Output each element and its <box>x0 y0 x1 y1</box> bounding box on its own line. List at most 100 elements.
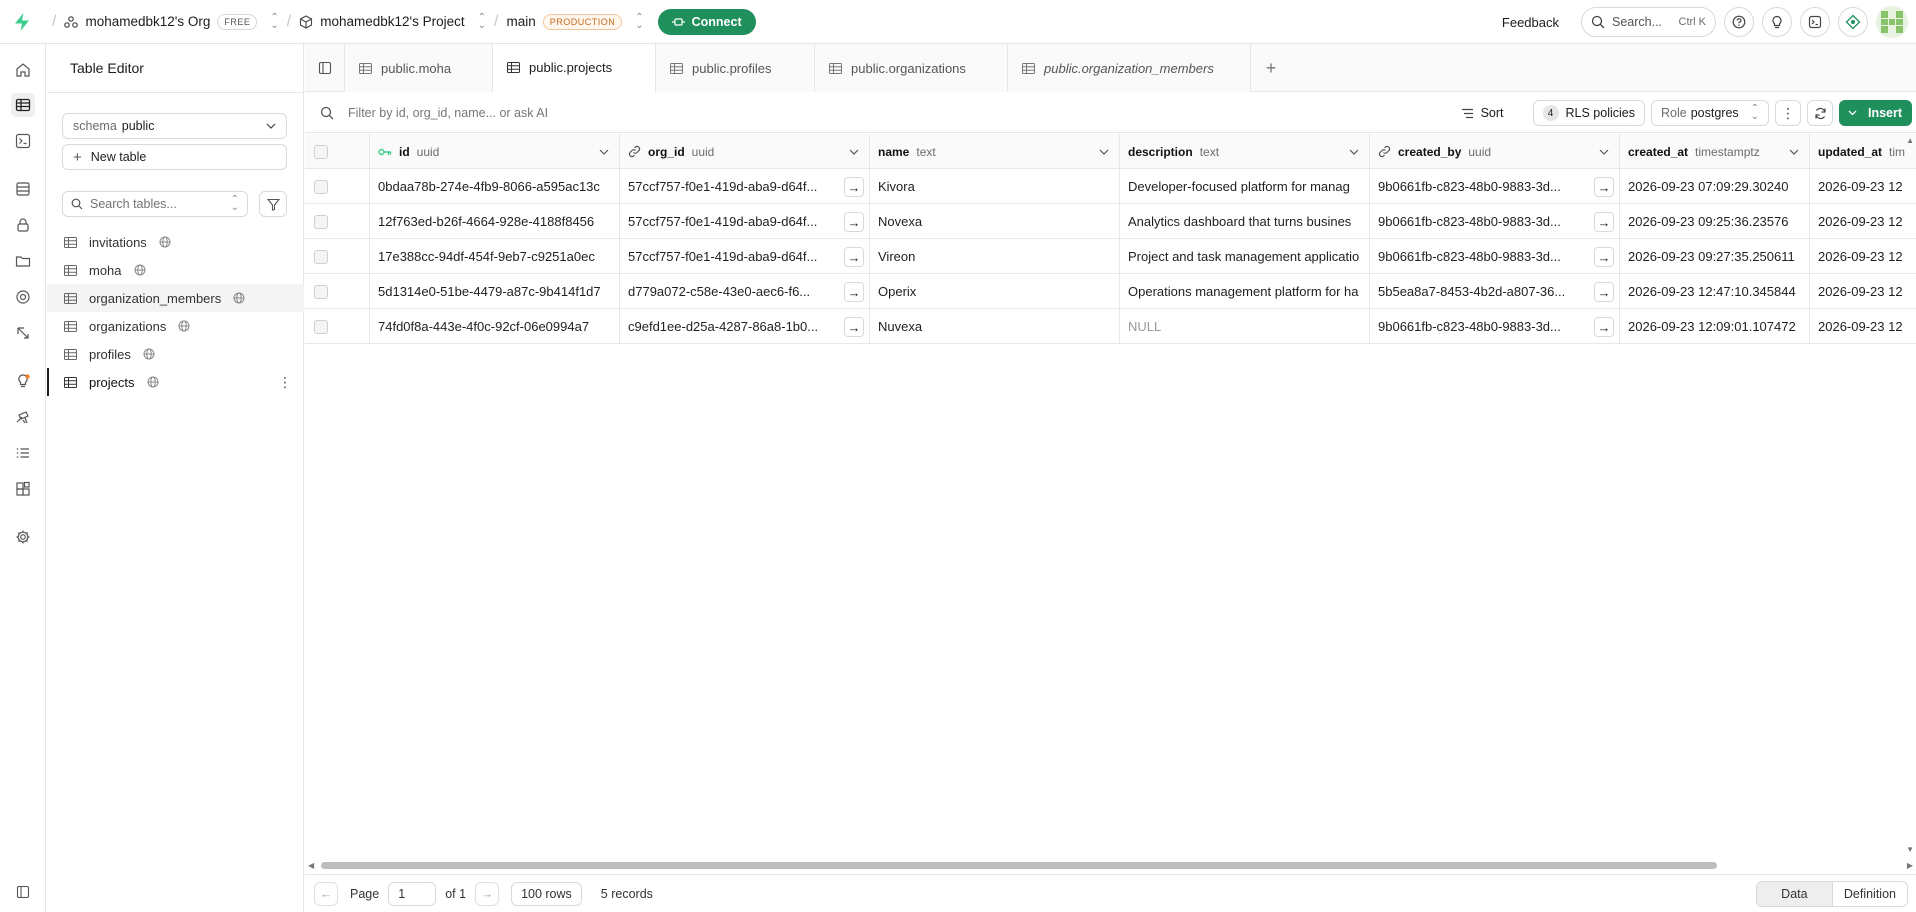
select-all-checkbox[interactable] <box>314 144 328 159</box>
column-header-updated-at[interactable]: updated_at tim <box>1810 134 1916 169</box>
cell-created-at[interactable]: 2026-09-23 09:25:36.23576 <box>1620 204 1810 239</box>
column-header-id[interactable]: id uuid <box>370 134 620 169</box>
advisors-icon[interactable] <box>11 369 35 393</box>
arrow-right-icon[interactable]: → <box>1594 247 1614 267</box>
tab-public-organization-members[interactable]: public.organization_members <box>1008 44 1251 92</box>
assistant-button[interactable] <box>1838 7 1868 37</box>
logs-icon[interactable] <box>11 441 35 465</box>
cell-updated-at[interactable]: 2026-09-23 12 <box>1810 309 1916 344</box>
collapse-sidebar-icon[interactable] <box>11 880 35 904</box>
scroll-left-arrow-icon[interactable]: ◀ <box>308 861 314 870</box>
cell-org-id[interactable]: 57ccf757-f0e1-419d-aba9-d64f... → <box>620 239 870 274</box>
filter-tables-button[interactable] <box>259 191 287 217</box>
more-actions-button[interactable]: ⋮ <box>1775 100 1801 126</box>
scroll-right-arrow-icon[interactable]: ▶ <box>1907 861 1913 870</box>
cell-created-by[interactable]: 5b5ea8a7-8453-4b2d-a807-36... → <box>1370 274 1620 309</box>
cell-id[interactable]: 5d1314e0-51be-4479-a87c-9b414f1d7 <box>370 274 620 309</box>
edge-functions-icon[interactable] <box>11 321 35 345</box>
cell-updated-at[interactable]: 2026-09-23 12 <box>1810 274 1916 309</box>
table-item-moha[interactable]: moha <box>47 256 304 284</box>
storage-icon[interactable] <box>11 249 35 273</box>
arrow-right-icon[interactable]: → <box>844 177 864 197</box>
cell-name[interactable]: Vireon <box>870 239 1120 274</box>
org-switcher[interactable]: mohamedbk12's Org FREE ⌃ ⌄ <box>64 12 279 30</box>
toggle-sidebar-button[interactable] <box>305 44 345 92</box>
chevron-down-icon[interactable] <box>1349 149 1359 155</box>
row-checkbox[interactable] <box>314 214 328 229</box>
row-checkbox[interactable] <box>314 319 328 334</box>
table-item-profiles[interactable]: profiles <box>47 340 304 368</box>
rls-policies-button[interactable]: 4 RLS policies <box>1532 100 1645 126</box>
tab-public-profiles[interactable]: public.profiles <box>656 44 815 92</box>
chevron-down-icon[interactable] <box>599 149 609 155</box>
refresh-button[interactable] <box>1807 100 1833 126</box>
branch-switcher[interactable]: main PRODUCTION ⌃ ⌄ <box>506 12 643 30</box>
table-row[interactable]: 12f763ed-b26f-4664-928e-4188f8456 57ccf7… <box>305 204 1916 239</box>
supabase-logo-icon[interactable] <box>0 0 44 44</box>
column-header-created-at[interactable]: created_at timestamptz <box>1620 134 1810 169</box>
cell-org-id[interactable]: d779a072-c58e-43e0-aec6-f6... → <box>620 274 870 309</box>
global-search-button[interactable]: Search... Ctrl K <box>1581 7 1716 37</box>
cell-created-at[interactable]: 2026-09-23 07:09:29.30240 <box>1620 169 1810 204</box>
cell-description[interactable]: Developer-focused platform for manag <box>1120 169 1370 204</box>
cell-name[interactable]: Kivora <box>870 169 1120 204</box>
realtime-icon[interactable] <box>11 285 35 309</box>
cell-name[interactable]: Nuvexa <box>870 309 1120 344</box>
cell-created-at[interactable]: 2026-09-23 09:27:35.250611 <box>1620 239 1810 274</box>
chevron-down-icon[interactable] <box>1789 149 1799 155</box>
table-item-projects[interactable]: projects ⋮ <box>47 368 304 396</box>
integrations-icon[interactable] <box>11 477 35 501</box>
add-tab-button[interactable]: + <box>1251 44 1291 92</box>
cell-updated-at[interactable]: 2026-09-23 12 <box>1810 204 1916 239</box>
scrollbar-thumb[interactable] <box>321 862 1717 869</box>
cell-created-by[interactable]: 9b0661fb-c823-48b0-9883-3d... → <box>1370 169 1620 204</box>
rows-per-page-button[interactable]: 100 rows <box>511 881 582 906</box>
cell-created-by[interactable]: 9b0661fb-c823-48b0-9883-3d... → <box>1370 309 1620 344</box>
cell-description[interactable]: Operations management platform for ha <box>1120 274 1370 309</box>
scroll-down-arrow-icon[interactable]: ▼ <box>1906 845 1914 854</box>
table-row[interactable]: 5d1314e0-51be-4479-a87c-9b414f1d7 d779a0… <box>305 274 1916 309</box>
connect-button[interactable]: Connect <box>657 8 756 35</box>
chevron-down-icon[interactable] <box>1099 149 1109 155</box>
arrow-right-icon[interactable]: → <box>1594 212 1614 232</box>
cell-name[interactable]: Novexa <box>870 204 1120 239</box>
cell-id[interactable]: 74fd0f8a-443e-4f0c-92cf-06e0994a7 <box>370 309 620 344</box>
arrow-right-icon[interactable]: → <box>1594 282 1614 302</box>
cell-id[interactable]: 0bdaa78b-274e-4fb9-8066-a595ac13c <box>370 169 620 204</box>
definition-view-button[interactable]: Definition <box>1833 882 1907 906</box>
sort-button[interactable]: Sort <box>1452 100 1513 126</box>
table-editor-icon[interactable] <box>11 93 35 117</box>
table-item-organizations[interactable]: organizations <box>47 312 304 340</box>
row-checkbox[interactable] <box>314 179 328 194</box>
cell-created-at[interactable]: 2026-09-23 12:47:10.345844 <box>1620 274 1810 309</box>
arrow-right-icon[interactable]: → <box>844 317 864 337</box>
row-checkbox[interactable] <box>314 284 328 299</box>
arrow-right-icon[interactable]: → <box>844 247 864 267</box>
row-checkbox[interactable] <box>314 249 328 264</box>
column-header-name[interactable]: name text <box>870 134 1120 169</box>
tab-public-projects[interactable]: public.projects <box>493 44 656 92</box>
tab-public-moha[interactable]: public.moha <box>345 44 493 92</box>
table-row[interactable]: 0bdaa78b-274e-4fb9-8066-a595ac13c 57ccf7… <box>305 169 1916 204</box>
user-avatar[interactable] <box>1876 6 1908 38</box>
cell-created-at[interactable]: 2026-09-23 12:09:01.107472 <box>1620 309 1810 344</box>
cell-name[interactable]: Operix <box>870 274 1120 309</box>
project-switcher[interactable]: mohamedbk12's Project ⌃ ⌄ <box>299 12 486 30</box>
cell-id[interactable]: 17e388cc-94df-454f-9eb7-c9251a0ec <box>370 239 620 274</box>
role-selector[interactable]: Role postgres ⌃ ⌄ <box>1651 100 1769 126</box>
cell-updated-at[interactable]: 2026-09-23 12 <box>1810 239 1916 274</box>
cell-org-id[interactable]: 57ccf757-f0e1-419d-aba9-d64f... → <box>620 204 870 239</box>
cell-org-id[interactable]: 57ccf757-f0e1-419d-aba9-d64f... → <box>620 169 870 204</box>
data-view-button[interactable]: Data <box>1756 882 1833 906</box>
settings-icon[interactable] <box>11 525 35 549</box>
table-item-organization-members[interactable]: organization_members <box>47 284 304 312</box>
advisor-button[interactable] <box>1762 7 1792 37</box>
cell-updated-at[interactable]: 2026-09-23 12 <box>1810 169 1916 204</box>
arrow-right-icon[interactable]: → <box>844 282 864 302</box>
filter-input[interactable]: Filter by id, org_id, name... or ask AI <box>305 106 548 120</box>
database-icon[interactable] <box>11 177 35 201</box>
horizontal-scrollbar[interactable]: ◀ ▶ <box>305 859 1916 872</box>
scroll-up-arrow-icon[interactable]: ▲ <box>1906 136 1914 145</box>
cell-description[interactable]: Project and task management applicatio <box>1120 239 1370 274</box>
cell-created-by[interactable]: 9b0661fb-c823-48b0-9883-3d... → <box>1370 204 1620 239</box>
